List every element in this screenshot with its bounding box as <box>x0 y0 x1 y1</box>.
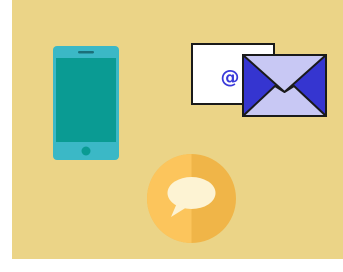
email-envelope-icon: @ <box>190 42 328 118</box>
at-symbol: @ <box>221 66 240 88</box>
illustration-canvas: @ <box>0 0 343 272</box>
smartphone-icon <box>53 46 119 160</box>
chat-bubble-icon <box>147 154 236 243</box>
